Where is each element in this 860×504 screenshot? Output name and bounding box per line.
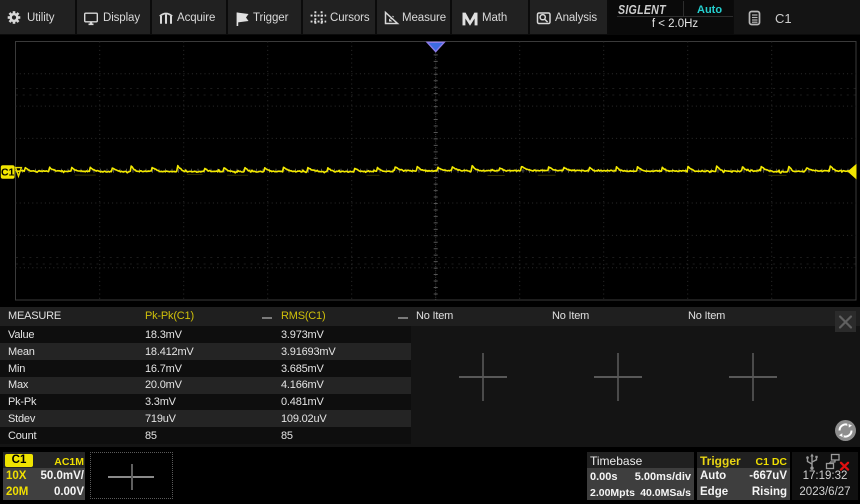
- svg-text:C1: C1: [1, 166, 15, 178]
